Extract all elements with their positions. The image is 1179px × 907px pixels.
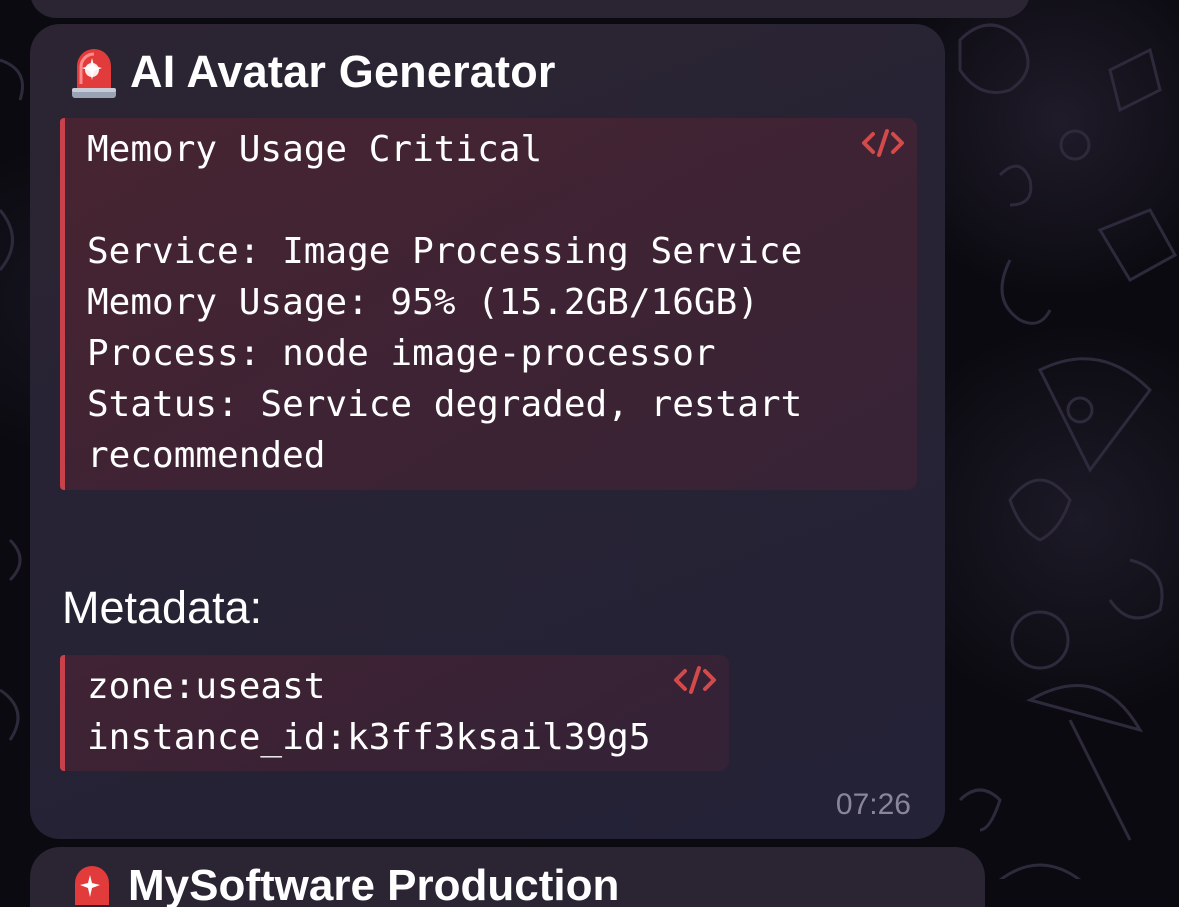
metadata-code-block[interactable]: zone:useast instance_id:k3ff3ksail39g5 bbox=[60, 655, 729, 771]
previous-message-bubble[interactable] bbox=[30, 0, 1030, 18]
alert-code-text: Memory Usage Critical Service: Image Pro… bbox=[87, 124, 802, 481]
siren-emoji-icon bbox=[75, 866, 109, 905]
alert-line-6: Status: Service degraded, restart bbox=[87, 384, 803, 425]
next-message-title: MySoftware Production bbox=[128, 861, 620, 907]
next-message-bubble[interactable]: MySoftware Production bbox=[30, 847, 985, 907]
alert-line-5: Process: node image-processor bbox=[87, 333, 716, 374]
code-icon[interactable] bbox=[861, 128, 905, 158]
siren-emoji-icon bbox=[72, 49, 116, 98]
metadata-line-1: zone:useast bbox=[87, 666, 326, 707]
alert-code-block[interactable]: Memory Usage Critical Service: Image Pro… bbox=[60, 118, 917, 490]
message-bubble[interactable]: AI Avatar Generator Memory Usage Critica… bbox=[30, 24, 945, 839]
metadata-label: Metadata: bbox=[62, 582, 263, 633]
alert-line-1: Memory Usage Critical bbox=[87, 129, 543, 170]
alert-line-4: Memory Usage: 95% (15.2GB/16GB) bbox=[87, 282, 759, 323]
alert-line-3: Service: Image Processing Service bbox=[87, 231, 803, 272]
message-timestamp: 07:26 bbox=[835, 788, 911, 821]
message-title: AI Avatar Generator bbox=[130, 46, 556, 97]
metadata-code-text: zone:useast instance_id:k3ff3ksail39g5 bbox=[87, 661, 651, 763]
code-icon[interactable] bbox=[673, 665, 717, 695]
next-message-title-row: MySoftware Production bbox=[66, 861, 619, 907]
alert-line-7: recommended bbox=[87, 435, 326, 476]
metadata-line-2: instance_id:k3ff3ksail39g5 bbox=[87, 717, 651, 758]
message-header: AI Avatar Generator bbox=[68, 44, 556, 100]
